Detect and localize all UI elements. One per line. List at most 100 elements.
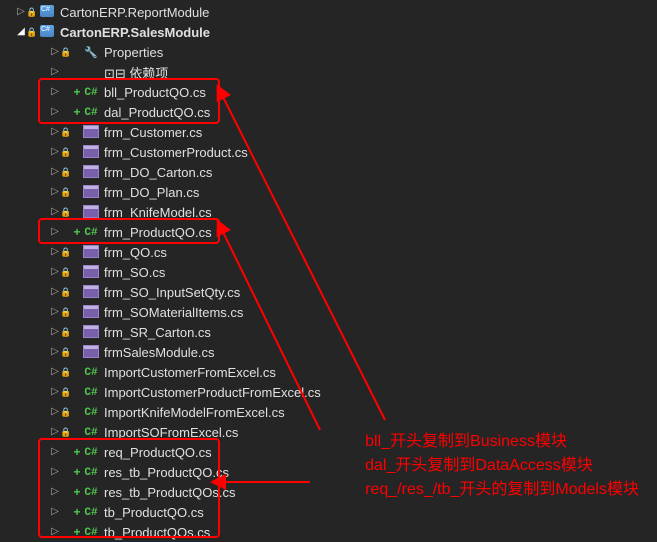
tree-item[interactable]: ▷🔒frm_DO_Plan.cs: [0, 182, 657, 202]
expander-icon[interactable]: ▷: [50, 287, 60, 297]
expander-icon[interactable]: ▷: [16, 7, 26, 17]
plus-icon: +: [72, 105, 82, 119]
form-file-icon: [82, 246, 100, 258]
item-label: frm_SO.cs: [104, 265, 165, 280]
item-label: frm_DO_Plan.cs: [104, 185, 199, 200]
expander-icon[interactable]: ▷: [50, 167, 60, 177]
item-label: ImportCustomerFromExcel.cs: [104, 365, 276, 380]
expander-icon[interactable]: ▷: [50, 227, 60, 237]
tree-item[interactable]: ▷🔒frm_SO.cs: [0, 262, 657, 282]
tree-item[interactable]: ▷🔒frm_SO_InputSetQty.cs: [0, 282, 657, 302]
lock-icon: 🔒: [60, 347, 72, 358]
expander-icon[interactable]: ▷: [50, 507, 60, 517]
item-label: frm_DO_Carton.cs: [104, 165, 212, 180]
csharp-file-icon: C#: [82, 526, 100, 539]
tree-item[interactable]: ▷🔒 frmSalesModule.cs: [0, 342, 657, 362]
expander-icon[interactable]: ▷: [50, 487, 60, 497]
tree-item[interactable]: ▷+C#req_ProductQO.cs: [0, 442, 657, 462]
form-file-icon: [82, 166, 100, 178]
expander-icon[interactable]: ▷: [50, 387, 60, 397]
tree-item-project[interactable]: ◢ 🔒 CartonERP.SalesModule: [0, 22, 657, 42]
expander-icon[interactable]: ▷: [50, 87, 60, 97]
form-file-icon: [82, 306, 100, 318]
csharp-file-icon: C#: [82, 506, 100, 519]
expander-icon[interactable]: ▷: [50, 247, 60, 257]
tree-item[interactable]: ▷🔒frm_SOMaterialItems.cs: [0, 302, 657, 322]
tree-children: ▷🔒🔧Properties ▷ ⊡⊟ 依赖项▷+C#bll_ProductQO.cs…: [0, 42, 657, 542]
form-file-icon: [82, 286, 100, 298]
tree-item[interactable]: ▷🔒frm_CustomerProduct.cs: [0, 142, 657, 162]
item-label: ImportKnifeModelFromExcel.cs: [104, 405, 285, 420]
tree-item[interactable]: ▷🔒 C# ImportCustomerFromExcel.cs: [0, 362, 657, 382]
lock-icon: 🔒: [60, 307, 72, 318]
tree-item[interactable]: ▷🔒frm_Customer.cs: [0, 122, 657, 142]
lock-icon: 🔒: [60, 127, 72, 138]
tree-item[interactable]: ▷🔒C#ImportKnifeModelFromExcel.cs: [0, 402, 657, 422]
csharp-file-icon: C#: [82, 366, 100, 379]
tree-item[interactable]: ▷+C#tb_ProductQO.cs: [0, 502, 657, 522]
csharp-file-icon: C#: [82, 226, 100, 239]
item-label: dal_ProductQO.cs: [104, 105, 210, 120]
tree-item[interactable]: ▷ ⊡⊟ 依赖项: [0, 62, 657, 82]
lock-icon: 🔒: [60, 207, 72, 218]
tree-item[interactable]: ▷+C#res_tb_ProductQO.cs: [0, 462, 657, 482]
expander-icon[interactable]: ▷: [50, 447, 60, 457]
tree-item-parent-truncated[interactable]: ▷ 🔒 CartonERP.ReportModule: [0, 2, 657, 22]
tree-item[interactable]: ▷+C#tb_ProductQOs.cs: [0, 522, 657, 542]
item-label: frm_SO_InputSetQty.cs: [104, 285, 240, 300]
item-label: res_tb_ProductQOs.cs: [104, 485, 236, 500]
expander-icon[interactable]: ▷: [50, 147, 60, 157]
form-file-icon: [82, 126, 100, 138]
item-label: ImportCustomerProductFromExcel.cs: [104, 385, 321, 400]
tree-item[interactable]: ▷🔒frm_QO.cs: [0, 242, 657, 262]
tree-item[interactable]: ▷🔒 frm_KnifeModel.cs: [0, 202, 657, 222]
tree-item[interactable]: ▷+C#bll_ProductQO.cs: [0, 82, 657, 102]
item-label: res_tb_ProductQO.cs: [104, 465, 229, 480]
tree-item[interactable]: ▷🔒frm_DO_Carton.cs: [0, 162, 657, 182]
csharp-file-icon: C#: [82, 406, 100, 419]
expander-icon[interactable]: ▷: [50, 327, 60, 337]
solution-explorer-tree[interactable]: ▷ 🔒 CartonERP.ReportModule ◢ 🔒 CartonERP…: [0, 0, 657, 542]
expander-icon[interactable]: ▷: [50, 107, 60, 117]
plus-icon: +: [72, 505, 82, 519]
csharp-file-icon: C#: [82, 446, 100, 459]
expander-icon[interactable]: ▷: [50, 187, 60, 197]
expander-icon[interactable]: ▷: [50, 427, 60, 437]
plus-icon: +: [72, 445, 82, 459]
expander-icon[interactable]: ▷: [50, 347, 60, 357]
expander-icon[interactable]: ▷: [50, 367, 60, 377]
expander-icon[interactable]: ▷: [50, 267, 60, 277]
item-label: CartonERP.ReportModule: [60, 5, 209, 20]
csharp-file-icon: C#: [82, 466, 100, 479]
form-file-icon: [82, 326, 100, 338]
project-icon: [38, 6, 56, 18]
form-file-icon: [82, 146, 100, 158]
expander-icon[interactable]: ▷: [50, 127, 60, 137]
item-label: frm_CustomerProduct.cs: [104, 145, 248, 160]
expander-icon[interactable]: ▷: [50, 467, 60, 477]
lock-icon: 🔒: [60, 327, 72, 338]
tree-item[interactable]: ▷🔒C#ImportCustomerProductFromExcel.cs: [0, 382, 657, 402]
tree-item[interactable]: ▷+C#dal_ProductQO.cs: [0, 102, 657, 122]
lock-icon: 🔒: [60, 47, 72, 58]
project-icon: [38, 26, 56, 38]
expander-icon[interactable]: ▷: [50, 67, 60, 77]
item-label: frm_QO.cs: [104, 245, 167, 260]
lock-icon: 🔒: [26, 27, 38, 38]
item-label: ⊡⊟ 依赖项: [104, 63, 168, 82]
item-label: frm_KnifeModel.cs: [104, 205, 212, 220]
expander-icon[interactable]: ▷: [50, 407, 60, 417]
tree-item[interactable]: ▷+C#res_tb_ProductQOs.cs: [0, 482, 657, 502]
expander-icon[interactable]: ▷: [50, 207, 60, 217]
item-label: tb_ProductQOs.cs: [104, 525, 210, 540]
lock-icon: 🔒: [60, 367, 72, 378]
expander-icon[interactable]: ▷: [50, 47, 60, 57]
tree-item[interactable]: ▷🔒🔧Properties: [0, 42, 657, 62]
form-file-icon: [82, 186, 100, 198]
tree-item[interactable]: ▷🔒frm_SR_Carton.cs: [0, 322, 657, 342]
item-label: frmSalesModule.cs: [104, 345, 215, 360]
tree-item[interactable]: ▷+C#frm_ProductQO.cs: [0, 222, 657, 242]
expander-icon[interactable]: ▷: [50, 307, 60, 317]
tree-item[interactable]: ▷🔒C#ImportSOFromExcel.cs: [0, 422, 657, 442]
expander-icon[interactable]: ◢: [16, 27, 26, 37]
